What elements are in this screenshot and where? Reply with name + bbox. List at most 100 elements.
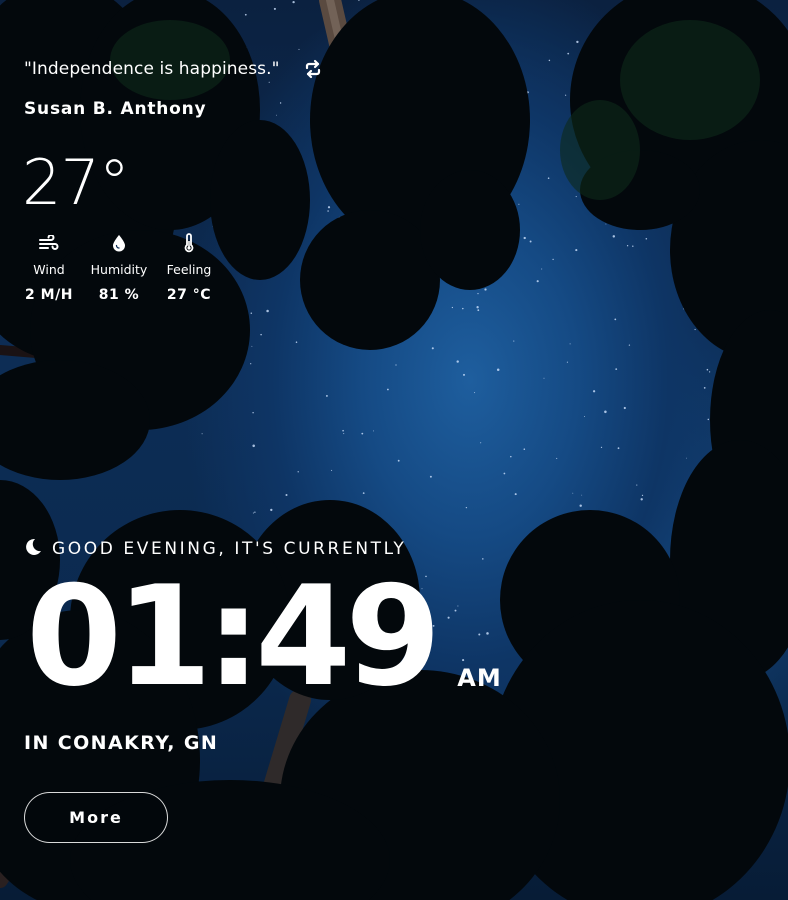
star <box>325 394 328 397</box>
star <box>552 258 554 261</box>
star <box>572 492 574 494</box>
star <box>514 493 517 496</box>
background-night-sky <box>0 0 788 900</box>
stat-feeling: Feeling 27 °C <box>160 232 218 303</box>
more-button[interactable]: More <box>24 792 168 843</box>
star <box>250 363 252 365</box>
star <box>703 387 706 389</box>
star <box>251 345 253 347</box>
star <box>362 492 365 494</box>
star <box>600 446 603 449</box>
quote-author: Susan B. Anthony <box>24 99 207 119</box>
star <box>536 280 539 283</box>
star <box>523 448 526 450</box>
refresh-icon[interactable] <box>302 58 324 80</box>
star <box>708 371 711 373</box>
star <box>270 508 273 512</box>
star <box>614 318 617 321</box>
temperature: 27° <box>22 146 130 219</box>
stat-label: Feeling <box>166 262 212 277</box>
star <box>462 307 464 310</box>
star <box>451 306 454 309</box>
time-period: AM <box>457 664 502 692</box>
star <box>640 498 643 501</box>
star <box>612 235 616 238</box>
star <box>496 368 500 371</box>
star <box>513 340 515 342</box>
star <box>279 102 282 104</box>
star <box>548 59 551 62</box>
star <box>592 390 596 393</box>
star <box>482 558 484 560</box>
star <box>503 472 506 475</box>
location: IN CONAKRY, GN <box>24 732 219 754</box>
star <box>285 493 288 497</box>
star <box>292 0 295 4</box>
star <box>462 373 466 376</box>
current-time: 01:49 <box>26 556 441 717</box>
star <box>556 457 558 459</box>
star <box>632 245 634 247</box>
star <box>477 309 480 312</box>
stat-value: 81 % <box>98 287 140 303</box>
star <box>429 475 432 478</box>
star <box>297 471 299 473</box>
star <box>252 412 254 414</box>
star <box>358 0 360 1</box>
star <box>628 344 631 346</box>
star <box>327 210 329 212</box>
star <box>361 432 364 435</box>
star <box>268 81 270 83</box>
star <box>474 392 476 394</box>
star <box>604 410 607 414</box>
star <box>276 114 277 116</box>
star <box>343 433 345 435</box>
thermometer-icon <box>183 232 195 254</box>
stat-value: 2 M/H <box>25 287 73 303</box>
star <box>327 206 331 209</box>
wind-icon <box>39 232 59 254</box>
star <box>250 312 253 314</box>
star <box>706 368 709 371</box>
star <box>565 94 567 96</box>
star <box>641 494 644 497</box>
star <box>510 455 512 458</box>
stat-label: Wind <box>33 262 65 277</box>
star <box>252 444 255 448</box>
star <box>397 459 400 462</box>
star <box>273 7 276 10</box>
weather-stats: Wind 2 M/H Humidity 81 % Feeling 27 °C <box>20 232 218 303</box>
star <box>254 511 256 513</box>
star <box>547 177 550 179</box>
star <box>575 249 578 252</box>
star <box>567 52 570 55</box>
star <box>386 388 389 391</box>
star <box>694 328 696 331</box>
star <box>395 364 397 366</box>
star <box>529 240 532 243</box>
star <box>617 447 620 450</box>
star <box>636 484 638 486</box>
stat-wind: Wind 2 M/H <box>20 232 78 303</box>
star <box>260 333 262 336</box>
stat-value: 27 °C <box>166 287 212 303</box>
quote-row: "Independence is happiness." <box>24 58 324 80</box>
star <box>615 368 618 370</box>
stat-humidity: Humidity 81 % <box>78 232 160 303</box>
star <box>575 196 577 198</box>
star <box>623 406 626 410</box>
star <box>569 343 571 345</box>
star <box>645 238 648 240</box>
star <box>581 494 583 496</box>
star <box>584 416 585 417</box>
star <box>541 268 543 270</box>
clock: 01:49 AM <box>26 568 502 706</box>
star <box>605 223 607 225</box>
star <box>626 245 629 247</box>
star <box>523 236 526 240</box>
star <box>298 48 300 50</box>
star <box>244 13 247 16</box>
star <box>484 288 487 291</box>
star <box>331 469 333 471</box>
quote-text: "Independence is happiness." <box>24 59 280 79</box>
